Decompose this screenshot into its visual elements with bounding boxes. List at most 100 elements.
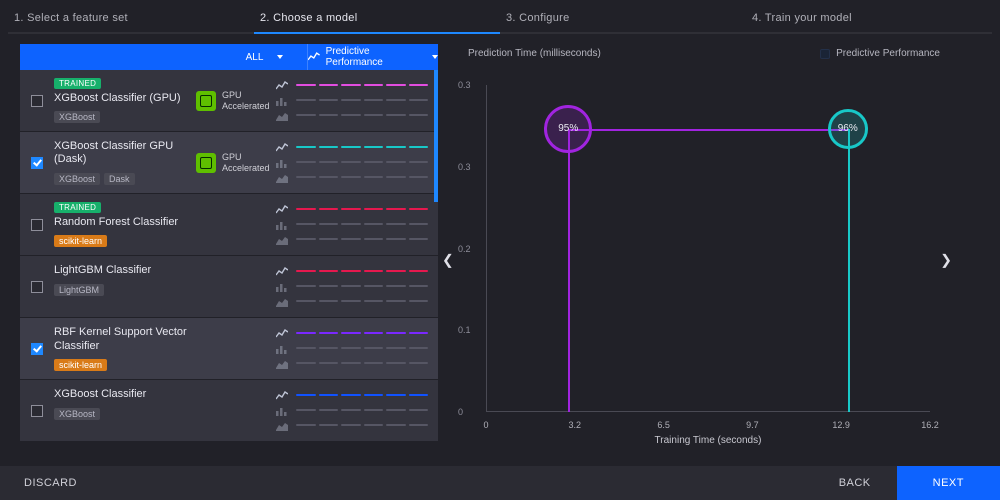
gpu-icon — [196, 153, 216, 173]
chart-stem — [848, 129, 850, 412]
step-1[interactable]: 1. Select a feature set — [8, 4, 254, 34]
line-icon — [276, 205, 288, 215]
area-icon — [276, 235, 288, 245]
model-checkbox[interactable] — [31, 405, 43, 417]
sparkline — [296, 223, 428, 227]
sparkline — [296, 332, 428, 336]
model-checkbox[interactable] — [31, 343, 43, 355]
step-3[interactable]: 3. Configure — [500, 4, 746, 34]
filter-bar: ALL Predictive Performance — [20, 44, 438, 70]
model-row[interactable]: LightGBM ClassifierLightGBM — [20, 256, 438, 318]
sparkline-col — [276, 256, 438, 317]
model-row[interactable]: TRAINEDRandom Forest Classifierscikit-le… — [20, 194, 438, 256]
bar-icon — [276, 220, 288, 230]
y-tick: 0.3 — [458, 80, 471, 90]
model-list: TRAINED XGBoost Classifier (GPU) XGBoost GP… — [20, 70, 438, 460]
sparkline-col — [276, 132, 438, 193]
sparkline-col — [276, 194, 438, 255]
trained-badge: TRAINED — [54, 78, 101, 89]
framework-badge: XGBoost — [54, 173, 100, 185]
model-row[interactable]: RBF Kernel Support Vector Classifierscik… — [20, 318, 438, 380]
x-tick: 16.2 — [921, 420, 939, 430]
chart-ylabel: Prediction Time (milliseconds) — [468, 48, 601, 59]
model-checkbox[interactable] — [31, 281, 43, 293]
chart-xlabel: Training Time (seconds) — [655, 435, 762, 446]
model-info: TRAINEDRandom Forest Classifierscikit-le… — [54, 194, 196, 255]
next-button[interactable]: NEXT — [897, 466, 1000, 500]
sparkline — [296, 161, 428, 165]
x-tick: 3.2 — [569, 420, 582, 430]
sort-label: Predictive Performance — [326, 46, 426, 68]
model-info: XGBoost ClassifierXGBoost — [54, 380, 196, 441]
sparkline — [296, 84, 428, 88]
model-row[interactable]: XGBoost ClassifierXGBoost — [20, 380, 438, 442]
model-info: XGBoost Classifier GPU (Dask) XGBoost Dask — [54, 132, 196, 193]
gpu-label: GPUAccelerated — [222, 152, 270, 173]
step-bar: 1. Select a feature set 2. Choose a mode… — [0, 0, 1000, 34]
y-tick: 0 — [458, 407, 463, 417]
area-icon — [276, 173, 288, 183]
bar-icon — [276, 406, 288, 416]
model-title: LightGBM Classifier — [54, 264, 192, 277]
bar-icon — [276, 344, 288, 354]
model-row[interactable]: TRAINED XGBoost Classifier (GPU) XGBoost GP… — [20, 70, 438, 132]
discard-button[interactable]: DISCARD — [24, 477, 77, 489]
sparkline — [296, 362, 428, 366]
model-checkbox[interactable] — [31, 219, 43, 231]
gpu-col — [196, 318, 276, 379]
chart-node[interactable]: 95% — [544, 105, 592, 153]
model-checkbox[interactable] — [31, 95, 43, 107]
chart-connector — [568, 129, 848, 131]
area-icon — [276, 359, 288, 369]
filter-all-label: ALL — [246, 52, 264, 63]
framework-badge: XGBoost — [54, 111, 100, 123]
y-tick: 0.3 — [458, 162, 471, 172]
chart-plot: 0.30.30.20.1003.26.59.712.916.2Training … — [486, 85, 930, 412]
sparkline — [296, 409, 428, 413]
sparkline — [296, 146, 428, 150]
sparkline — [296, 114, 428, 118]
x-tick: 9.7 — [746, 420, 759, 430]
chart-legend[interactable]: Predictive Performance — [820, 48, 940, 59]
bar-icon — [276, 158, 288, 168]
model-info: RBF Kernel Support Vector Classifierscik… — [54, 318, 196, 379]
back-button[interactable]: BACK — [813, 466, 897, 500]
gpu-icon — [196, 91, 216, 111]
model-title: XGBoost Classifier (GPU) — [54, 92, 192, 105]
model-list-panel: ALL Predictive Performance TRAINED XGBoos… — [20, 44, 438, 460]
gpu-col: GPUAccelerated — [196, 132, 276, 193]
chart-stem — [568, 129, 570, 412]
framework-badge: Dask — [104, 173, 135, 185]
sparkline — [296, 424, 428, 428]
gpu-label: GPUAccelerated — [222, 90, 270, 111]
scrollbar[interactable] — [434, 70, 438, 202]
sparkline — [296, 300, 428, 304]
sparkline — [296, 285, 428, 289]
chart-next-button[interactable]: ❯ — [940, 251, 952, 268]
sparkline — [296, 347, 428, 351]
model-row[interactable]: XGBoost Classifier GPU (Dask) XGBoost Dask… — [20, 132, 438, 194]
model-title: XGBoost Classifier GPU (Dask) — [54, 140, 192, 166]
gpu-col — [196, 256, 276, 317]
area-icon — [276, 111, 288, 121]
x-tick: 0 — [483, 420, 488, 430]
line-icon — [276, 267, 288, 277]
line-icon — [276, 81, 288, 91]
step-4[interactable]: 4. Train your model — [746, 4, 992, 34]
sparkline — [296, 99, 428, 103]
chart-prev-button[interactable]: ❮ — [442, 251, 454, 268]
sparkline — [296, 238, 428, 242]
chevron-down-icon — [277, 55, 283, 59]
x-tick: 6.5 — [657, 420, 670, 430]
y-axis — [486, 85, 487, 412]
chart-node[interactable]: 96% — [828, 109, 868, 149]
framework-badge: XGBoost — [54, 408, 100, 420]
sparkline — [296, 394, 428, 398]
chart-legend-label: Predictive Performance — [836, 48, 940, 59]
model-checkbox[interactable] — [31, 157, 43, 169]
filter-all-dropdown[interactable]: ALL — [222, 44, 308, 70]
sort-dropdown[interactable]: Predictive Performance — [308, 44, 438, 70]
gpu-col — [196, 194, 276, 255]
step-2[interactable]: 2. Choose a model — [254, 4, 500, 34]
sparkline — [296, 208, 428, 212]
